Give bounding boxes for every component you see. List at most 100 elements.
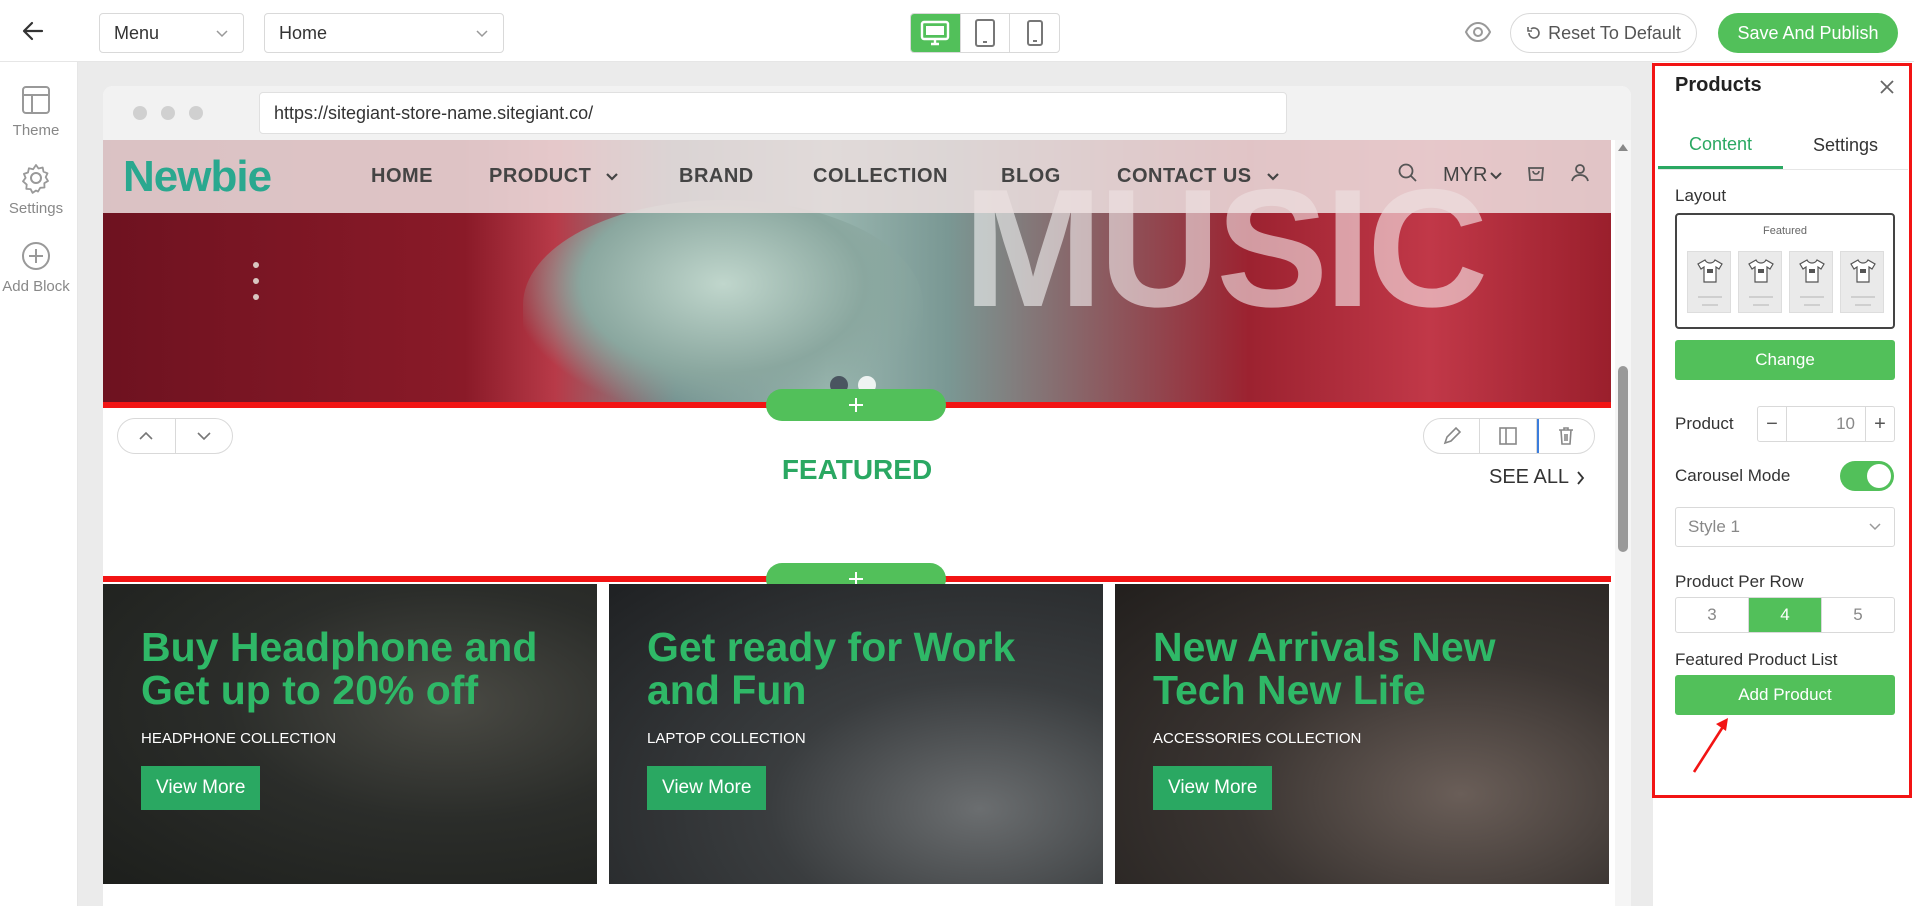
annotation-arrow-icon <box>1692 718 1728 773</box>
product-card-thumbnail <box>1687 251 1731 313</box>
nav-product[interactable]: PRODUCT <box>489 165 619 188</box>
delete-section-button[interactable] <box>1536 419 1594 453</box>
tablet-view-button[interactable] <box>961 14 1011 52</box>
move-down-button[interactable] <box>176 419 233 453</box>
view-more-button[interactable]: View More <box>141 766 261 810</box>
columns-icon <box>1499 427 1517 445</box>
tab-settings[interactable]: Settings <box>1783 122 1908 169</box>
scroll-up-arrow-icon[interactable] <box>1618 144 1628 151</box>
nav-brand[interactable]: BRAND <box>679 165 754 188</box>
chevron-down-icon <box>1869 523 1881 531</box>
per-row-option-4[interactable]: 4 <box>1749 598 1822 632</box>
banner-subtitle: ACCESSORIES COLLECTION <box>1153 730 1362 747</box>
device-switcher <box>910 13 1060 53</box>
layout-preview[interactable]: Featured <box>1675 213 1895 329</box>
search-icon[interactable] <box>1397 162 1419 184</box>
tab-content[interactable]: Content <box>1658 122 1783 169</box>
layout-preview-title: Featured <box>1762 225 1808 237</box>
section-tools <box>1423 418 1595 454</box>
panel-title: Products <box>1675 74 1762 96</box>
store-logo[interactable]: Newbie <box>123 152 272 202</box>
layout-label: Layout <box>1675 186 1727 205</box>
chevron-down-icon <box>216 30 228 38</box>
chevron-up-icon <box>139 431 153 440</box>
chevron-down-icon <box>1490 171 1503 179</box>
banner-card[interactable]: Get ready for Work and Fun LAPTOP COLLEC… <box>609 584 1103 884</box>
close-icon[interactable] <box>1878 78 1896 96</box>
desktop-view-button[interactable] <box>911 14 961 52</box>
trash-icon <box>1559 427 1574 445</box>
product-card-thumbnail <box>1738 251 1782 313</box>
nav-label: HOME <box>371 165 433 187</box>
nav-contact-us[interactable]: CONTACT US <box>1117 165 1280 188</box>
scrollbar[interactable] <box>1615 140 1631 906</box>
sidebar-item-label: Add Block <box>2 278 70 295</box>
featured-product-list-label: Featured Product List <box>1675 650 1838 669</box>
view-more-button[interactable]: View More <box>647 766 767 810</box>
chevron-down-icon <box>606 172 619 181</box>
decrement-button[interactable]: − <box>1758 407 1786 441</box>
product-count-stepper: − 10 + <box>1757 406 1895 442</box>
sidebar-item-add-block[interactable]: Add Block <box>0 240 72 295</box>
increment-button[interactable]: + <box>1866 407 1894 441</box>
vertical-dots-icon <box>253 262 259 310</box>
nav-label: PRODUCT <box>489 165 592 187</box>
move-up-button[interactable] <box>118 419 176 453</box>
mobile-view-button[interactable] <box>1010 14 1059 52</box>
sidebar-item-theme[interactable]: Theme <box>0 84 72 139</box>
banner-subtitle: LAPTOP COLLECTION <box>647 730 806 747</box>
product-per-row-label: Product Per Row <box>1675 572 1804 591</box>
add-product-button[interactable]: Add Product <box>1675 675 1895 715</box>
preview-eye-icon[interactable] <box>1464 19 1492 45</box>
nav-blog[interactable]: BLOG <box>1001 165 1061 188</box>
banner-title: New Arrivals New Tech New Life <box>1153 624 1496 713</box>
nav-home[interactable]: HOME <box>371 165 433 188</box>
add-section-button[interactable] <box>766 389 946 421</box>
product-card-thumbnail <box>1840 251 1884 313</box>
window-dot <box>161 106 175 120</box>
plus-circle-icon <box>22 242 50 270</box>
section-move-controls <box>117 418 233 454</box>
layout-section-button[interactable] <box>1480 419 1537 453</box>
sidebar-item-settings[interactable]: Settings <box>0 162 72 217</box>
product-count-value[interactable]: 10 <box>1786 407 1866 441</box>
reset-to-default-button[interactable]: Reset To Default <box>1510 13 1697 53</box>
page-select[interactable]: Home <box>264 13 504 53</box>
back-arrow-icon[interactable] <box>20 18 46 44</box>
cart-icon[interactable] <box>1525 162 1547 184</box>
per-row-option-5[interactable]: 5 <box>1822 598 1894 632</box>
scrollbar-thumb[interactable] <box>1618 366 1628 552</box>
per-row-option-3[interactable]: 3 <box>1676 598 1749 632</box>
save-and-publish-button[interactable]: Save And Publish <box>1718 13 1898 53</box>
editor-canvas: https://sitegiant-store-name.sitegiant.c… <box>78 62 1653 906</box>
nav-collection[interactable]: COLLECTION <box>813 165 948 188</box>
user-icon[interactable] <box>1569 162 1591 184</box>
chevron-down-icon <box>197 432 211 441</box>
banner-subtitle: HEADPHONE COLLECTION <box>141 730 337 747</box>
see-all-link[interactable]: SEE ALL <box>1489 466 1585 489</box>
banner-card[interactable]: Buy Headphone and Get up to 20% off HEAD… <box>103 584 597 884</box>
banner-card[interactable]: New Arrivals New Tech New Life ACCESSORI… <box>1115 584 1609 884</box>
banner-title: Buy Headphone and Get up to 20% off <box>141 624 538 713</box>
nav-label: BRAND <box>679 165 754 187</box>
browser-bar: https://sitegiant-store-name.sitegiant.c… <box>103 86 1631 140</box>
nav-label: CONTACT US <box>1117 165 1252 187</box>
nav-label: COLLECTION <box>813 165 948 187</box>
gear-icon <box>22 164 49 194</box>
currency-select[interactable]: MYR <box>1443 164 1503 187</box>
change-layout-button[interactable]: Change <box>1675 340 1895 380</box>
url-bar: https://sitegiant-store-name.sitegiant.c… <box>259 92 1287 134</box>
edit-section-button[interactable] <box>1424 419 1481 453</box>
reset-icon <box>1527 27 1540 39</box>
product-per-row-selector: 3 4 5 <box>1675 597 1895 633</box>
reset-label: Reset To Default <box>1548 22 1681 43</box>
tshirt-icon <box>1748 259 1774 283</box>
plus-icon <box>849 398 863 412</box>
desktop-icon <box>921 20 950 46</box>
chevron-down-icon <box>1266 172 1279 181</box>
view-more-button[interactable]: View More <box>1153 766 1273 810</box>
carousel-mode-toggle[interactable] <box>1840 461 1894 491</box>
style-select[interactable]: Style 1 <box>1675 507 1895 547</box>
menu-select[interactable]: Menu <box>99 13 244 53</box>
top-toolbar: Menu Home Reset To Default Save And Publ… <box>0 0 1914 62</box>
